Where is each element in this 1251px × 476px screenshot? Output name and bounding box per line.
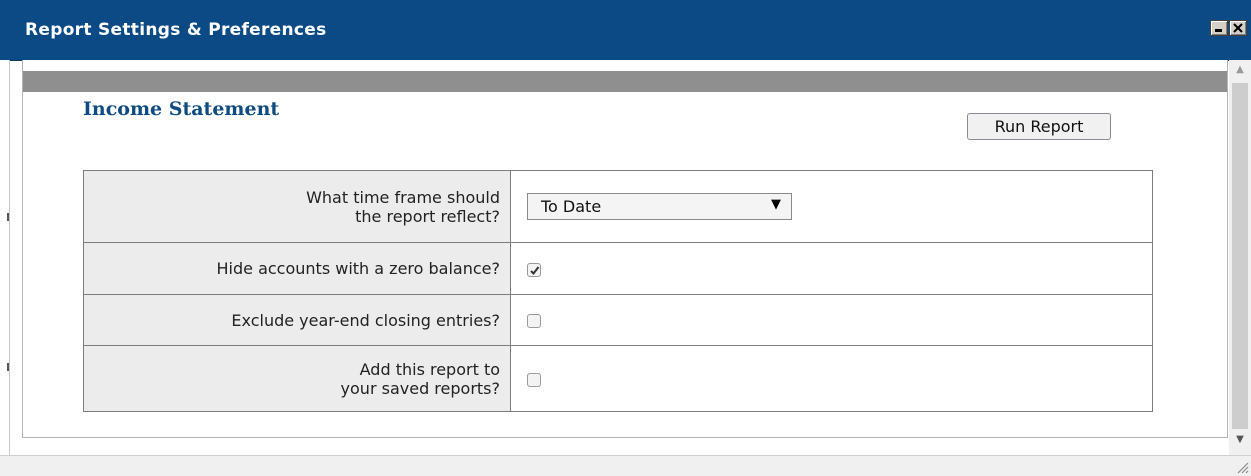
title-bar[interactable]: Report Settings & Preferences — [0, 0, 1251, 61]
exclude-closing-label: Exclude year-end closing entries? — [83, 294, 511, 346]
settings-table: What time frame should the report reflec… — [83, 170, 1153, 412]
add-saved-label-line2: your saved reports? — [340, 378, 500, 398]
close-icon[interactable] — [1229, 20, 1247, 36]
hide-zero-label: Hide accounts with a zero balance? — [83, 242, 511, 295]
status-bar — [0, 455, 1251, 476]
window-title: Report Settings & Preferences — [25, 20, 327, 40]
time-frame-control: To Date ▼ — [510, 170, 1153, 243]
time-frame-label-line2: the report reflect? — [355, 206, 500, 226]
add-saved-checkbox[interactable] — [527, 372, 541, 387]
report-settings-window: Report Settings & Preferences Income Sta… — [0, 0, 1251, 476]
time-frame-row: What time frame should the report reflec… — [83, 170, 1153, 243]
hide-zero-row: Hide accounts with a zero balance? — [83, 242, 1153, 295]
resize-grip-icon[interactable] — [1235, 460, 1249, 474]
header-band — [23, 71, 1227, 92]
run-report-button[interactable]: Run Report — [967, 113, 1111, 140]
time-frame-select[interactable]: To Date ▼ — [527, 193, 792, 220]
scroll-down-icon[interactable]: ▼ — [1229, 430, 1251, 450]
hide-zero-control — [510, 242, 1153, 295]
hide-zero-checkbox[interactable] — [527, 262, 541, 277]
add-saved-label: Add this report to your saved reports? — [83, 345, 511, 412]
time-frame-value: To Date — [541, 197, 602, 216]
exclude-closing-control — [510, 294, 1153, 346]
exclude-closing-checkbox[interactable] — [527, 314, 541, 328]
left-edge — [0, 60, 10, 475]
time-frame-label-line1: What time frame should — [306, 187, 500, 207]
dropdown-arrow-icon: ▼ — [771, 197, 781, 212]
time-frame-label: What time frame should the report reflec… — [83, 170, 511, 243]
exclude-closing-row: Exclude year-end closing entries? — [83, 294, 1153, 346]
report-heading: Income Statement — [83, 98, 280, 120]
add-saved-control — [510, 345, 1153, 412]
edge-mark — [7, 213, 9, 221]
vertical-scrollbar[interactable]: ▲ ▼ — [1229, 60, 1251, 455]
edge-mark — [7, 363, 9, 371]
add-saved-label-line1: Add this report to — [359, 359, 500, 379]
checkmark-icon — [530, 265, 540, 275]
scroll-thumb[interactable] — [1232, 83, 1248, 429]
add-saved-row: Add this report to your saved reports? — [83, 345, 1153, 412]
minimize-icon[interactable] — [1210, 20, 1228, 36]
scroll-up-icon[interactable]: ▲ — [1229, 60, 1251, 80]
